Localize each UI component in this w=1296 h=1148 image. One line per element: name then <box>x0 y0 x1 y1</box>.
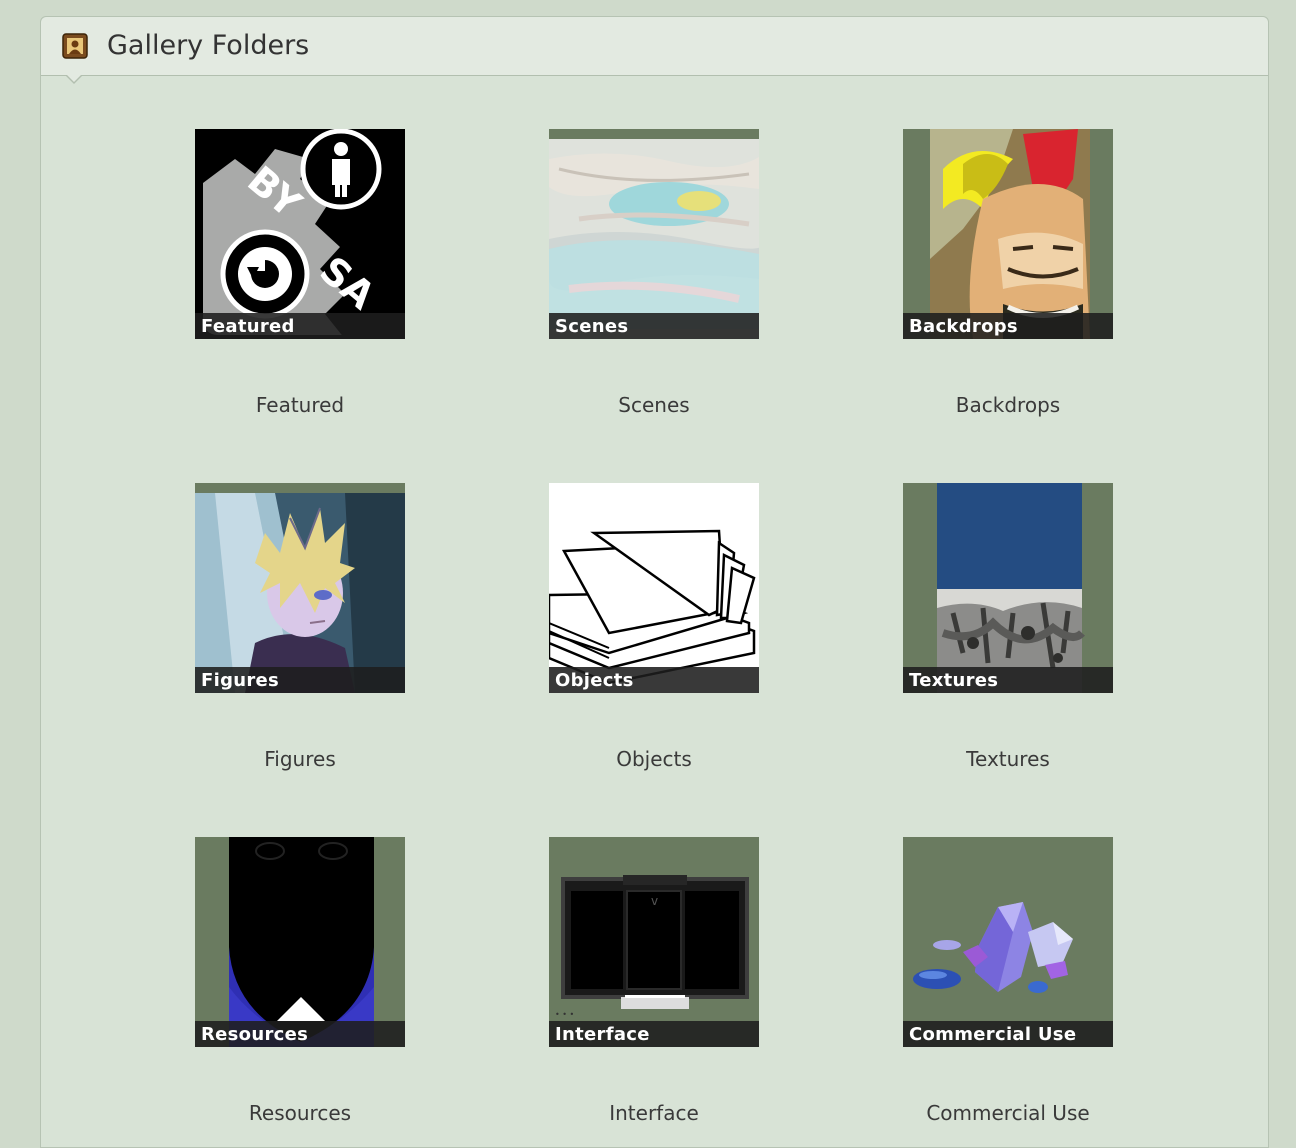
sky-wall-texture-image <box>903 483 1113 693</box>
folder-caption[interactable]: Featured <box>155 393 445 417</box>
folder-thumbnail[interactable]: Figures <box>195 483 405 693</box>
folder-featured[interactable]: BY SA Featured Featured <box>195 129 405 417</box>
folder-resources[interactable]: Resources Resources <box>195 837 405 1125</box>
svg-text:v: v <box>651 894 658 908</box>
thumbnail-label: Objects <box>549 667 759 693</box>
gallery-folders-panel: Gallery Folders BY SA Featured Featured … <box>40 16 1269 1148</box>
folder-caption[interactable]: Scenes <box>509 393 799 417</box>
watercolor-sky-image <box>549 129 759 339</box>
portrait-frame-icon <box>62 33 88 59</box>
folder-objects[interactable]: Objects Objects <box>549 483 759 771</box>
folder-scenes[interactable]: Scenes Scenes <box>549 129 759 417</box>
panel-header: Gallery Folders <box>41 17 1268 84</box>
dark-silhouette-image <box>195 837 405 1047</box>
panel-title: Gallery Folders <box>107 30 310 61</box>
folder-thumbnail[interactable]: Resources <box>195 837 405 1047</box>
folder-caption[interactable]: Commercial Use <box>863 1101 1153 1125</box>
thumbnail-label: Interface <box>549 1021 759 1047</box>
crystals-image <box>903 837 1113 1047</box>
folder-caption[interactable]: Textures <box>863 747 1153 771</box>
thumbnail-label: Textures <box>903 667 1113 693</box>
folder-caption[interactable]: Backdrops <box>863 393 1153 417</box>
folder-caption[interactable]: Figures <box>155 747 445 771</box>
folder-thumbnail[interactable]: Commercial Use <box>903 837 1113 1047</box>
open-book-image <box>549 483 759 693</box>
thumbnail-label: Resources <box>195 1021 405 1047</box>
folder-caption[interactable]: Objects <box>509 747 799 771</box>
folder-backdrops[interactable]: Backdrops Backdrops <box>903 129 1113 417</box>
folder-caption[interactable]: Resources <box>155 1101 445 1125</box>
folder-interface[interactable]: v • • • Interface Interface <box>549 837 759 1125</box>
folder-commercial-use[interactable]: Commercial Use Commercial Use <box>903 837 1113 1125</box>
svg-text:• • •: • • • <box>555 1010 574 1019</box>
folder-thumbnail[interactable]: Backdrops <box>903 129 1113 339</box>
folder-figures[interactable]: Figures Figures <box>195 483 405 771</box>
thumbnail-label: Commercial Use <box>903 1021 1113 1047</box>
folder-thumbnail[interactable]: Textures <box>903 483 1113 693</box>
anime-figure-image <box>195 483 405 693</box>
dark-panel-image: v • • • <box>549 837 759 1047</box>
folder-thumbnail[interactable]: v • • • Interface <box>549 837 759 1047</box>
thumbnail-label: Backdrops <box>903 313 1113 339</box>
thumbnail-label: Scenes <box>549 313 759 339</box>
folder-thumbnail[interactable]: Scenes <box>549 129 759 339</box>
cc-by-sa-icon: BY SA <box>195 129 405 339</box>
folder-thumbnail[interactable]: Objects <box>549 483 759 693</box>
folder-thumbnail[interactable]: BY SA Featured <box>195 129 405 339</box>
painted-face-image <box>903 129 1113 339</box>
thumbnail-label: Featured <box>195 313 405 339</box>
folder-caption[interactable]: Interface <box>509 1101 799 1125</box>
thumbnail-label: Figures <box>195 667 405 693</box>
folder-textures[interactable]: Textures Textures <box>903 483 1113 771</box>
